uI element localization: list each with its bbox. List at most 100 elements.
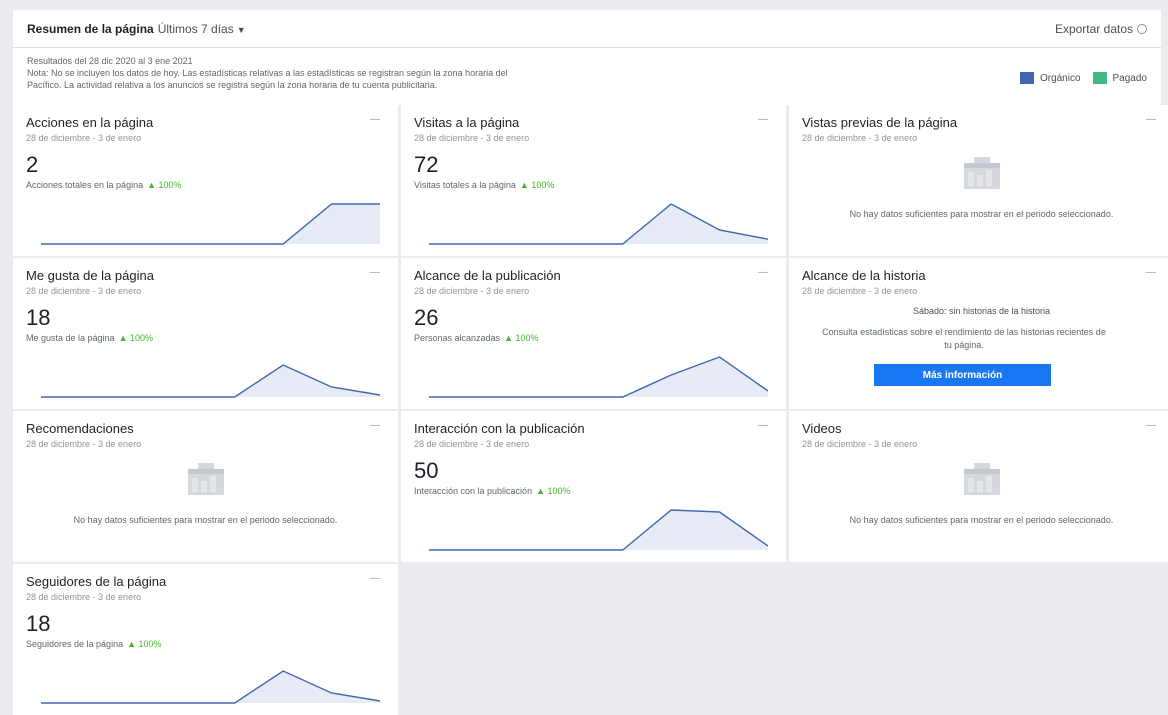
sparkline-area (41, 365, 380, 397)
metric-description: Me gusta de la página ▲ 100% (26, 333, 153, 343)
metric-description: Acciones totales en la página ▲ 100% (26, 180, 182, 190)
results-range-text: Resultados del 28 dic 2020 al 3 ene 2021 (27, 56, 193, 66)
empty-chart-icon (184, 461, 228, 497)
card-date-range: 28 de diciembre - 3 de enero (26, 439, 142, 449)
dash-icon: — (1146, 420, 1156, 431)
metric-change-percent: ▲ 100% (127, 639, 162, 649)
metric-change-percent: ▲ 100% (536, 486, 571, 496)
info-icon (1137, 24, 1147, 34)
metric-description: Personas alcanzadas ▲ 100% (414, 333, 539, 343)
metric-value: 50 (414, 458, 439, 483)
metric-description-text: Interacción con la publicación (414, 486, 533, 496)
dash-icon: — (370, 267, 380, 278)
metric-card: Me gusta de la página — 28 de diciembre - … (13, 258, 398, 409)
export-data-label: Exportar datos (1054, 22, 1133, 36)
card-date-range: 28 de diciembre - 3 de enero (414, 133, 530, 143)
metric-description-text: Seguidores de la página (26, 639, 124, 649)
metric-value: 26 (414, 305, 439, 330)
date-range-dropdown[interactable]: Últimos 7 días ▼ (158, 22, 246, 36)
card-date-range: 28 de diciembre - 3 de enero (26, 286, 142, 296)
empty-chart-icon (960, 155, 1004, 191)
card-menu-button[interactable]: — (368, 573, 382, 587)
card-date-range: 28 de diciembre - 3 de enero (414, 286, 530, 296)
metric-card: Alcance de la historia — 28 de diciembre -… (789, 258, 1168, 409)
story-status-text: Sábado: sin historias de la historia (912, 306, 1051, 316)
page-summary-panel: Resumen de la página Últimos 7 días ▼ Expo… (13, 10, 1168, 715)
sparkline-chart (429, 203, 769, 245)
no-data-illustration (789, 461, 1168, 500)
card-date-range: 28 de diciembre - 3 de enero (26, 592, 142, 602)
card-date-range: 28 de diciembre - 3 de enero (802, 133, 918, 143)
card-date-range: 28 de diciembre - 3 de enero (802, 286, 918, 296)
metric-description-text: Personas alcanzadas (414, 333, 501, 343)
no-data-illustration (789, 155, 1168, 194)
metric-value: 18 (26, 611, 51, 636)
no-data-message: No hay datos suficientes para mostrar en… (849, 209, 1114, 219)
card-menu-button[interactable]: — (756, 420, 770, 434)
metric-card: Interacción con la publicación — 28 de dic… (401, 411, 786, 562)
no-data-message: No hay datos suficientes para mostrar en… (73, 515, 338, 525)
metric-card: Vistas previas de la página — 28 de diciem… (789, 105, 1168, 256)
card-menu-button[interactable]: — (368, 420, 382, 434)
dash-icon: — (758, 114, 768, 125)
card-title: Vistas previas de la página (802, 115, 958, 130)
organic-swatch (1019, 72, 1034, 84)
metric-description-text: Me gusta de la página (26, 333, 115, 343)
dash-icon: — (758, 420, 768, 431)
sparkline-area (41, 671, 380, 703)
summary-notes: Resultados del 28 dic 2020 al 3 ene 2021… (13, 48, 1161, 105)
metric-card: Alcance de la publicación — 28 de diciembr… (401, 258, 786, 409)
metric-change-percent: ▲ 100% (147, 180, 182, 190)
story-info-text: Consulta estadísticas sobre el rendimien… (822, 327, 1106, 350)
card-title: Interacción con la publicación (414, 421, 585, 436)
card-menu-button[interactable]: — (1144, 420, 1158, 434)
sparkline-area (429, 357, 768, 397)
card-date-range: 28 de diciembre - 3 de enero (414, 439, 530, 449)
date-range-label: Últimos 7 días (157, 22, 234, 36)
sparkline-chart (41, 203, 380, 245)
card-title: Me gusta de la página (26, 268, 154, 283)
card-menu-button[interactable]: — (756, 267, 770, 281)
card-date-range: 28 de diciembre - 3 de enero (26, 133, 142, 143)
card-menu-button[interactable]: — (368, 114, 382, 128)
page-title: Resumen de la página Últimos 7 días ▼ (27, 22, 246, 36)
dash-icon: — (1146, 114, 1156, 125)
card-menu-button[interactable]: — (1144, 114, 1158, 128)
card-title: Videos (802, 421, 842, 436)
metric-value: 18 (26, 305, 51, 330)
metric-change-percent: ▲ 100% (519, 180, 555, 190)
dash-icon: — (370, 114, 380, 125)
sparkline-area (429, 510, 768, 550)
note-line-1: Nota: No se incluyen los datos de hoy. L… (27, 68, 508, 78)
metric-description-text: Visitas totales a la página (414, 180, 516, 190)
legend-item-organic: Orgánico (1019, 72, 1081, 84)
legend: Orgánico Pagado (1008, 72, 1147, 84)
summary-header: Resumen de la página Últimos 7 días ▼ Expo… (13, 10, 1161, 48)
card-menu-button[interactable]: — (368, 267, 382, 281)
metric-value: 2 (26, 152, 39, 177)
card-title: Alcance de la publicación (414, 268, 561, 283)
paid-swatch (1092, 72, 1107, 84)
dash-icon: — (1146, 267, 1156, 278)
metric-card: Videos — 28 de diciembre - 3 de enero No ha… (789, 411, 1168, 562)
dash-icon: — (370, 573, 380, 584)
note-line-2: Pacífico. La actividad relativa a los an… (27, 80, 438, 90)
chevron-down-icon: ▼ (236, 25, 246, 35)
dash-icon: — (758, 267, 768, 278)
metric-card: Recomendaciones — 28 de diciembre - 3 de e… (13, 411, 398, 562)
sparkline-chart (41, 670, 381, 704)
card-title: Acciones en la página (26, 115, 154, 130)
legend-item-paid: Pagado (1092, 72, 1147, 84)
no-data-message: No hay datos suficientes para mostrar en… (849, 515, 1114, 525)
metric-description: Seguidores de la página ▲ 100% (26, 639, 162, 649)
sparkline-chart (429, 356, 769, 398)
metric-description: Visitas totales a la página ▲ 100% (414, 180, 554, 190)
more-info-button[interactable]: Más información (874, 364, 1051, 386)
metric-value: 72 (414, 152, 439, 177)
card-menu-button[interactable]: — (756, 114, 770, 128)
dash-icon: — (370, 420, 380, 431)
export-data-button[interactable]: Exportar datos (1055, 22, 1147, 36)
card-title: Alcance de la historia (802, 268, 926, 283)
sparkline-area (429, 204, 768, 244)
card-menu-button[interactable]: — (1144, 267, 1158, 281)
